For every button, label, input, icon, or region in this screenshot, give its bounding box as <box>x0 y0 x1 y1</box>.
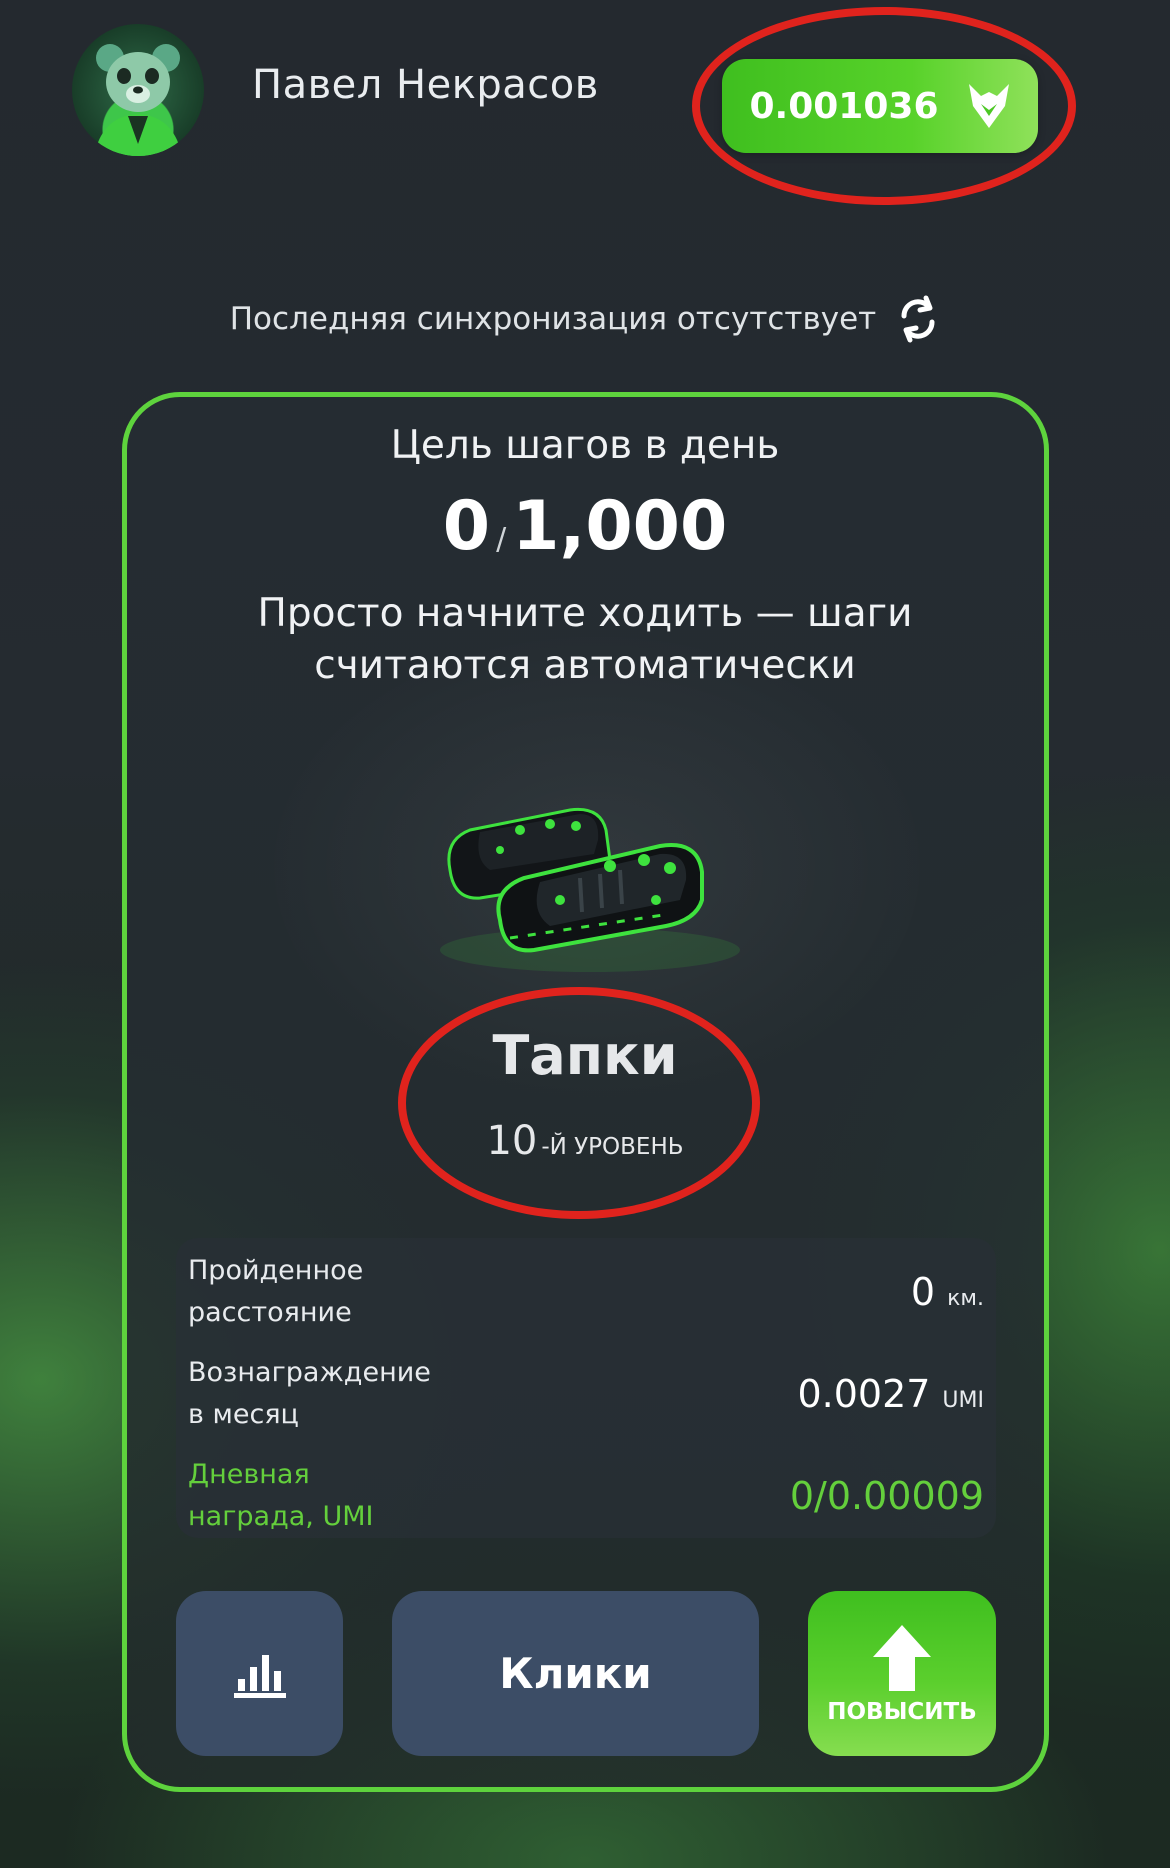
refresh-icon[interactable] <box>896 294 940 344</box>
clicks-button[interactable]: Клики <box>392 1591 759 1756</box>
sync-status: Последняя синхронизация отсутствует <box>0 294 1170 344</box>
stat-label: Пройденное расстояние <box>188 1255 364 1328</box>
stat-value: 0/0.00009 <box>789 1474 984 1518</box>
stat-value: 0.0027 <box>797 1372 931 1416</box>
user-name: Павел Некрасов <box>252 62 599 108</box>
highlight-item <box>398 987 760 1219</box>
arrow-up-icon <box>873 1624 931 1691</box>
statistics-button[interactable] <box>176 1591 343 1756</box>
bar-chart-icon <box>233 1654 286 1698</box>
green-slippers-image <box>440 807 740 972</box>
goal-target: 1,000 <box>512 487 728 566</box>
stat-value-group: 0 км. <box>911 1270 984 1314</box>
goal-current: 0 <box>442 487 491 566</box>
stat-unit: UMI <box>942 1388 984 1413</box>
upgrade-button[interactable]: ПОВЫСИТЬ <box>808 1591 996 1756</box>
sync-status-text: Последняя синхронизация отсутствует <box>229 301 877 337</box>
stat-unit: км. <box>947 1286 984 1311</box>
stat-value: 0 <box>910 1270 936 1314</box>
goal-progress: 0/1,000 <box>0 487 1170 566</box>
stat-row-daily-reward: Дневная награда, UMI 0/0.00009 <box>188 1448 984 1544</box>
stat-value-group: 0.0027 UMI <box>797 1372 984 1416</box>
upgrade-label: ПОВЫСИТЬ <box>827 1698 977 1725</box>
stat-label: Вознаграждение в месяц <box>188 1357 431 1430</box>
stat-row-distance: Пройденное расстояние 0 км. <box>188 1244 984 1340</box>
stat-label: Дневная награда, UMI <box>188 1459 374 1532</box>
avatar[interactable] <box>72 24 204 156</box>
stat-row-monthly-reward: Вознаграждение в месяц 0.0027 UMI <box>188 1346 984 1442</box>
goal-separator: / <box>496 522 507 557</box>
goal-hint: Просто начните ходить — шаги считаются а… <box>257 591 913 688</box>
goal-title: Цель шагов в день <box>390 423 780 468</box>
highlight-balance <box>692 7 1076 205</box>
